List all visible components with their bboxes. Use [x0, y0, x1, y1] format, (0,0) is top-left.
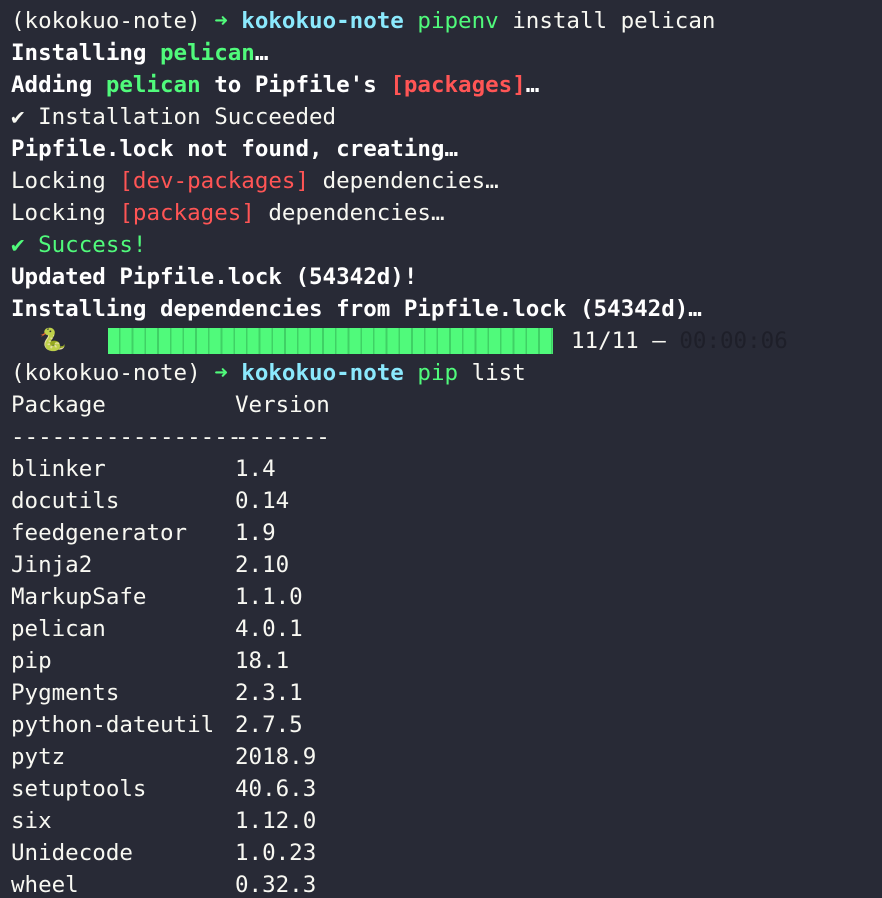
installation-succeeded-line: ✔ Installation Succeeded — [11, 101, 882, 133]
lock-not-found-line: Pipfile.lock not found, creating… — [11, 136, 459, 162]
package-version: 18.1 — [235, 648, 290, 674]
updated-lock-line: Updated Pipfile.lock (54342d)! — [11, 264, 418, 290]
package-version: 1.0.23 — [235, 840, 317, 866]
package-version: 2018.9 — [235, 744, 317, 770]
adding-mid: to Pipfile's — [200, 72, 391, 98]
locking-dev-suffix: dependencies… — [309, 168, 499, 194]
package-version: 2.3.1 — [235, 680, 303, 706]
table-row: setuptools 40.6.3 — [11, 773, 882, 805]
package-version: 0.14 — [235, 488, 290, 514]
package-version: 40.6.3 — [235, 776, 317, 802]
snake-icon: 🐍 — [39, 328, 67, 353]
success-line: ✔ Success! — [11, 232, 147, 258]
progress-separator: — — [638, 328, 680, 354]
table-header: Package Version — [11, 389, 882, 421]
package-version: 1.9 — [235, 520, 276, 546]
installing-package: pelican — [160, 40, 255, 66]
package-name: docutils — [11, 488, 120, 514]
table-row: MarkupSafe 1.1.0 — [11, 581, 882, 613]
current-directory: kokokuo-note — [241, 8, 404, 34]
locking-packages-section: [packages] — [119, 200, 255, 226]
package-name: pelican — [11, 616, 106, 642]
progress-elapsed: 00:00:06 — [679, 328, 788, 354]
package-list: blinker 1.4 docutils 0.14 feedgenerator 1.9 Ji… — [11, 453, 882, 898]
table-row: feedgenerator 1.9 — [11, 517, 882, 549]
adding-section: [packages] — [390, 72, 526, 98]
progress-line: 🐍 11/11 — 00:00:06 — [11, 325, 882, 357]
prompt-arrow-icon: ➜ — [214, 360, 228, 386]
command-args: list — [471, 360, 526, 386]
terminal-window[interactable]: (kokokuo-note) ➜ kokokuo-note pipenv ins… — [0, 0, 882, 898]
package-name: wheel — [11, 872, 79, 898]
table-row: pytz 2018.9 — [11, 741, 882, 773]
progress-bar — [108, 328, 553, 354]
package-version: 0.32.3 — [235, 872, 317, 898]
divider-package: ----------------- — [11, 424, 242, 450]
package-version: 4.0.1 — [235, 616, 303, 642]
current-directory: kokokuo-note — [241, 360, 404, 386]
divider-version: ------- — [235, 424, 330, 450]
package-name: blinker — [11, 456, 106, 482]
adding-line: Adding pelican to Pipfile's [packages]… — [11, 69, 882, 101]
package-name: six — [11, 808, 52, 834]
package-name: setuptools — [11, 776, 147, 802]
table-row: docutils 0.14 — [11, 485, 882, 517]
locking-packages-prefix: Locking — [11, 200, 120, 226]
package-name: python-dateutil — [11, 712, 215, 738]
package-name: feedgenerator — [11, 520, 188, 546]
package-version: 1.1.0 — [235, 584, 303, 610]
command-args: install pelican — [512, 8, 716, 34]
package-version: 1.4 — [235, 456, 276, 482]
table-row: python-dateutil 2.7.5 — [11, 709, 882, 741]
progress-count: 11/11 — [571, 328, 639, 354]
locking-packages-suffix: dependencies… — [254, 200, 445, 226]
installing-deps-line: Installing dependencies from Pipfile.loc… — [11, 296, 702, 322]
installing-line: Installing pelican… — [11, 37, 882, 69]
installing-suffix: … — [254, 40, 269, 66]
adding-prefix: Adding — [11, 72, 106, 98]
header-package: Package — [11, 392, 106, 418]
package-name: MarkupSafe — [11, 584, 147, 610]
prompt-line-2: (kokokuo-note) ➜ kokokuo-note pip list — [11, 357, 882, 389]
table-row: Pygments 2.3.1 — [11, 677, 882, 709]
table-row: Jinja2 2.10 — [11, 549, 882, 581]
table-row: six 1.12.0 — [11, 805, 882, 837]
package-version: 2.10 — [235, 552, 290, 578]
table-row: pip 18.1 — [11, 645, 882, 677]
package-version: 1.12.0 — [235, 808, 317, 834]
locking-dev-line: Locking [dev-packages] dependencies… — [11, 165, 882, 197]
prompt-arrow-icon: ➜ — [214, 8, 228, 34]
table-divider: ----------------- ------- — [11, 421, 882, 453]
locking-dev-prefix: Locking — [11, 168, 120, 194]
command-name: pip — [417, 360, 459, 386]
table-row: pelican 4.0.1 — [11, 613, 882, 645]
package-name: pytz — [11, 744, 66, 770]
adding-suffix: … — [525, 72, 540, 98]
check-icon: ✔ — [11, 104, 25, 130]
virtualenv-name: (kokokuo-note) — [11, 8, 201, 34]
prompt-line-1: (kokokuo-note) ➜ kokokuo-note pipenv ins… — [11, 5, 882, 37]
table-row: Unidecode 1.0.23 — [11, 837, 882, 869]
package-name: Jinja2 — [11, 552, 93, 578]
package-name: Pygments — [11, 680, 120, 706]
command-name: pipenv — [417, 8, 499, 34]
header-version: Version — [235, 392, 330, 418]
installing-prefix: Installing — [11, 40, 161, 66]
package-name: Unidecode — [11, 840, 133, 866]
locking-dev-section: [dev-packages] — [119, 168, 310, 194]
package-version: 2.7.5 — [235, 712, 303, 738]
adding-package: pelican — [105, 72, 201, 98]
installation-succeeded-text: Installation Succeeded — [24, 104, 337, 130]
table-row: wheel 0.32.3 — [11, 869, 882, 898]
locking-packages-line: Locking [packages] dependencies… — [11, 197, 882, 229]
package-name: pip — [11, 648, 52, 674]
table-row: blinker 1.4 — [11, 453, 882, 485]
virtualenv-name: (kokokuo-note) — [11, 360, 201, 386]
